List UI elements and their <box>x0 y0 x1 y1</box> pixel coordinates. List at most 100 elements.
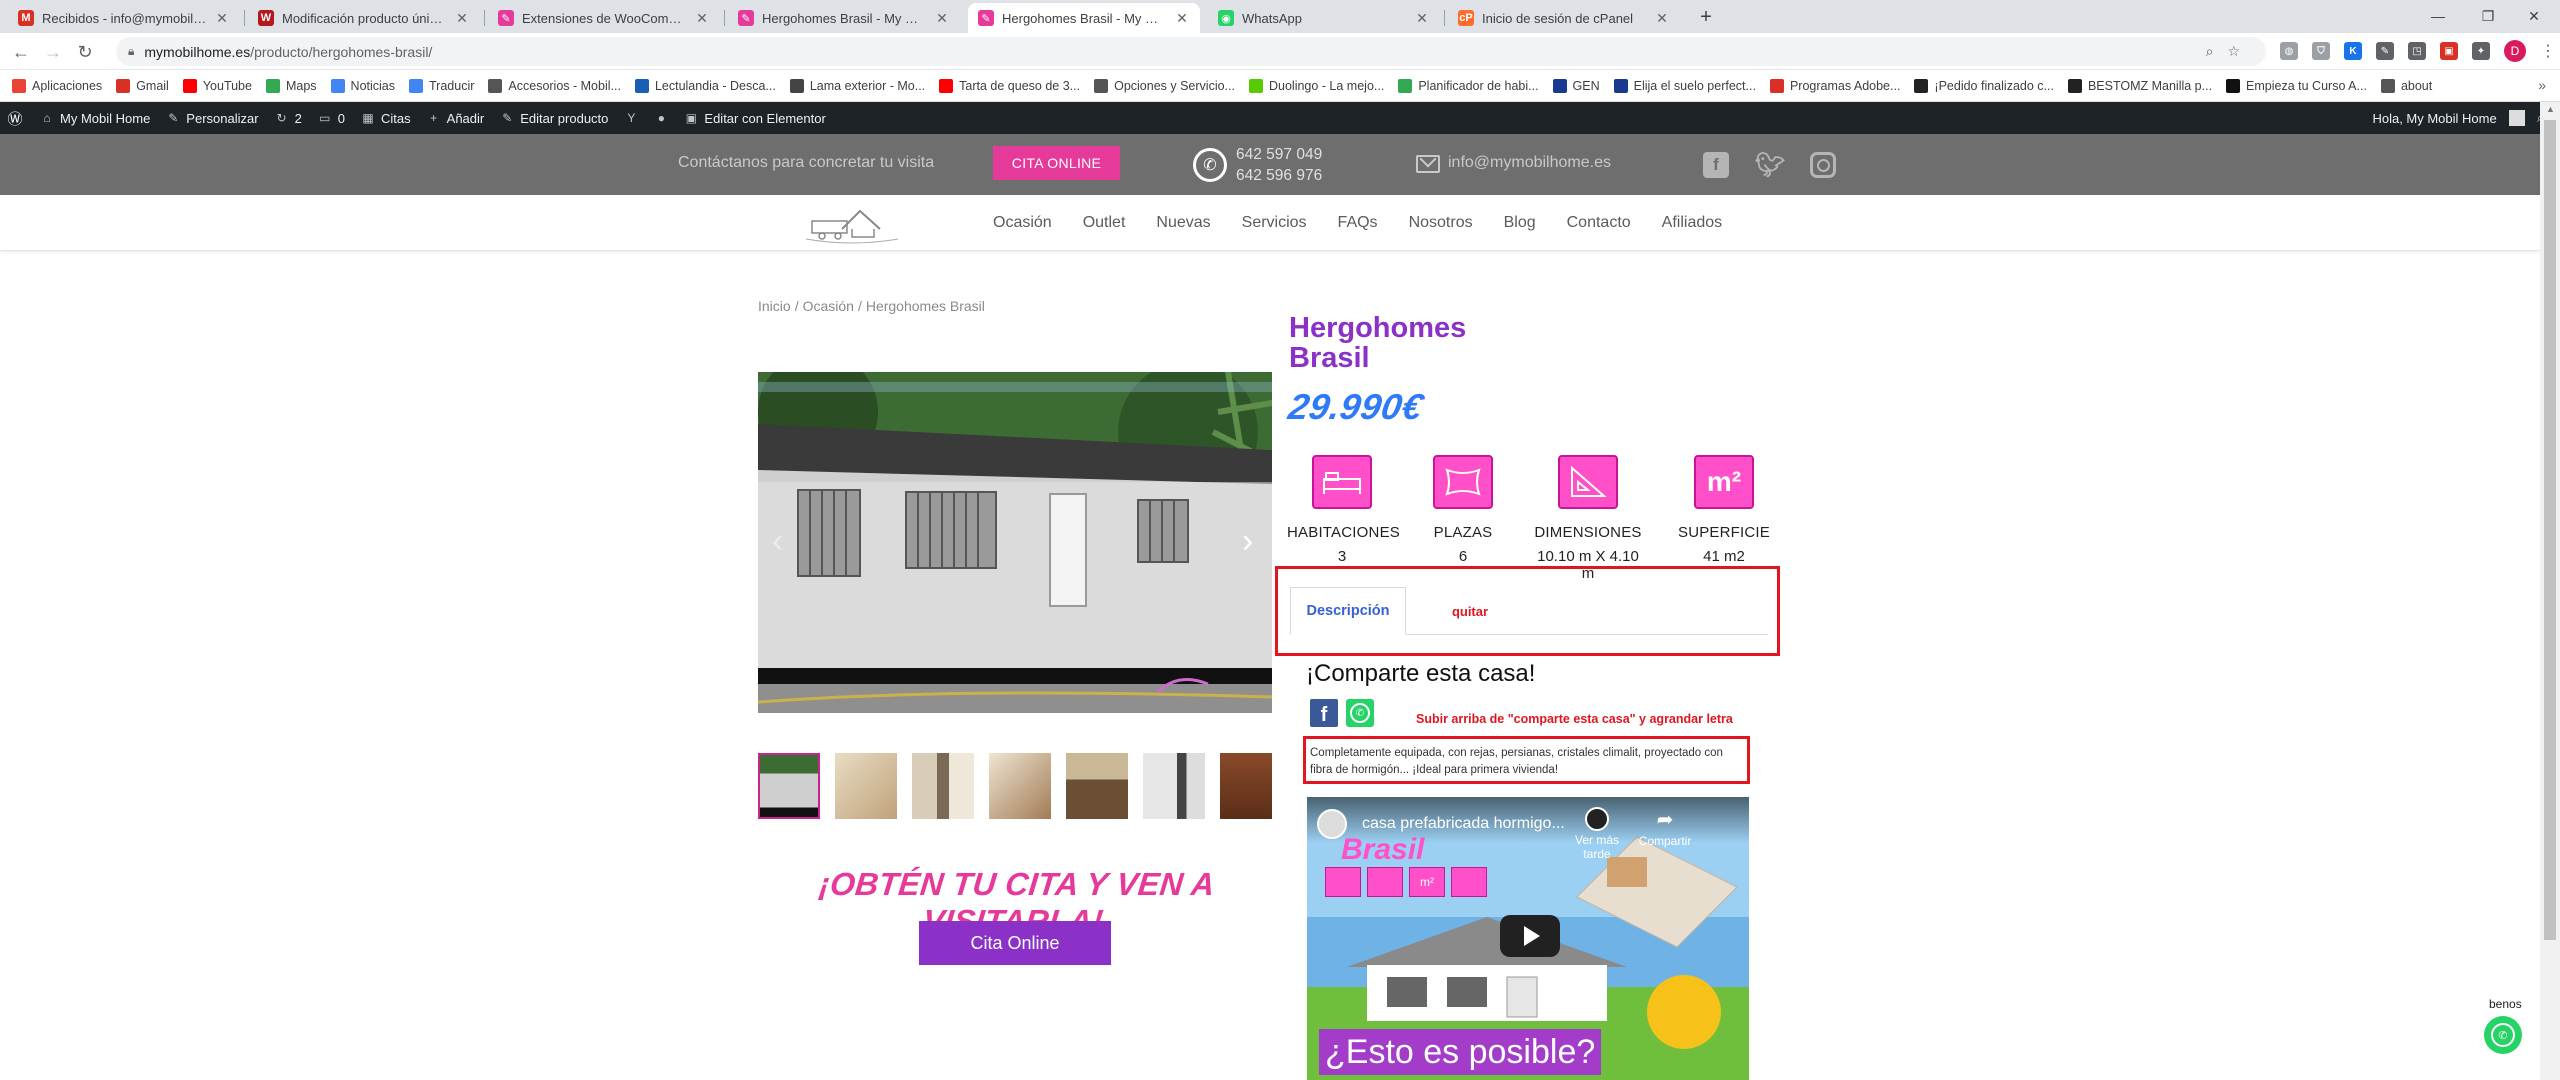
zoom-icon[interactable]: ⌕ <box>2206 43 2214 60</box>
breadcrumb-item[interactable]: Inicio <box>758 298 791 314</box>
nav-link[interactable]: Outlet <box>1083 214 1141 232</box>
gallery-thumbnail[interactable] <box>758 753 820 819</box>
bookmark-item[interactable]: Empieza tu Curso A... <box>2226 78 2367 93</box>
admin-bar-item[interactable]: + Añadir <box>427 111 484 126</box>
phone-1[interactable]: 642 597 049 <box>1236 144 1322 165</box>
extension-icon[interactable]: ◍ <box>2280 42 2298 60</box>
cita-online-button[interactable]: CITA ONLINE <box>993 146 1120 180</box>
site-logo[interactable] <box>802 203 902 245</box>
browser-tab[interactable]: ✎ Hergohomes Brasil - My Mobil H ✕ <box>968 3 1200 33</box>
cita-online-cta-button[interactable]: Cita Online <box>919 921 1111 965</box>
admin-bar-item[interactable]: ● <box>654 111 668 125</box>
tab-descripcion[interactable]: Descripción <box>1290 587 1406 635</box>
tab-close-icon[interactable]: ✕ <box>934 10 950 27</box>
bookmark-item[interactable]: Gmail <box>116 78 169 93</box>
scroll-up-arrow[interactable]: ▲ <box>2546 104 2555 114</box>
minimize-button[interactable]: — <box>2418 4 2458 28</box>
bookmark-star-icon[interactable]: ☆ <box>2227 43 2240 60</box>
page-scrollbar[interactable]: ▲ <box>2540 102 2560 1080</box>
video-embed[interactable]: casa prefabricada hormigo... Brasil Ver … <box>1307 797 1749 1080</box>
bookmark-item[interactable]: Noticias <box>330 78 395 93</box>
bookmark-item[interactable]: Traducir <box>409 78 474 93</box>
gallery-thumbnail[interactable] <box>1066 753 1128 819</box>
whatsapp-icon[interactable]: ✆ <box>1193 148 1227 182</box>
share-facebook-icon[interactable]: f <box>1310 699 1338 727</box>
browser-tab[interactable]: W Modificación producto único – Ax ✕ <box>248 3 480 33</box>
browser-tab[interactable]: ✎ Extensiones de WooCommerce « ✕ <box>488 3 720 33</box>
gallery-thumbnail[interactable] <box>1143 753 1205 819</box>
bookmark-item[interactable]: Duolingo - La mejo... <box>1248 78 1384 93</box>
bookmark-item[interactable]: Programas Adobe... <box>1769 78 1900 93</box>
bookmark-item[interactable]: Elija el suelo perfect... <box>1613 78 1756 93</box>
nav-link[interactable]: Nosotros <box>1409 214 1488 232</box>
tab-close-icon[interactable]: ✕ <box>694 10 710 27</box>
nav-link[interactable]: Afiliados <box>1662 214 1737 232</box>
admin-bar-item[interactable]: ▣ Editar con Elementor <box>684 111 826 126</box>
gallery-thumbnail[interactable] <box>1220 753 1272 819</box>
wordpress-logo-icon[interactable]: Ⓦ <box>8 111 23 128</box>
bookmark-item[interactable]: Tarta de queso de 3... <box>939 78 1080 93</box>
tab-quitar[interactable]: quitar <box>1430 587 1510 635</box>
address-bar[interactable]: 🔒︎ mymobilhome.es/producto/hergohomes-br… <box>116 37 2266 66</box>
reload-button[interactable]: ↻ <box>72 39 98 65</box>
shield-icon[interactable]: ⛉ <box>2312 42 2330 60</box>
gallery-prev-arrow[interactable]: ‹ <box>772 522 783 561</box>
nav-link[interactable]: Servicios <box>1242 214 1322 232</box>
extension-icon[interactable]: ▣ <box>2440 42 2458 60</box>
browser-tab[interactable]: M Recibidos - info@mymobilhome.es ✕ <box>8 3 240 33</box>
admin-bar-item[interactable]: ✎ Personalizar <box>166 111 258 126</box>
bookmark-item[interactable]: ¡Pedido finalizado c... <box>1914 78 2054 93</box>
nav-link[interactable]: Blog <box>1504 214 1551 232</box>
bookmark-item[interactable]: BESTOMZ Manilla p... <box>2067 78 2212 93</box>
nav-link[interactable]: FAQs <box>1338 214 1393 232</box>
video-play-button[interactable] <box>1500 915 1560 957</box>
tab-close-icon[interactable]: ✕ <box>214 10 230 27</box>
bookmark-item[interactable]: YouTube <box>182 78 252 93</box>
phone-2[interactable]: 642 596 976 <box>1236 165 1322 186</box>
admin-bar-item[interactable]: ▦ Citas <box>361 111 410 126</box>
admin-bar-item[interactable]: ▭ 0 <box>318 111 345 126</box>
admin-bar-item[interactable]: ↻ 2 <box>275 111 302 126</box>
new-tab-button[interactable]: + <box>1693 5 1719 31</box>
admin-bar-item[interactable]: ✎ Editar producto <box>500 111 608 126</box>
watch-later-button[interactable]: Ver más tarde <box>1567 807 1627 861</box>
breadcrumb-item[interactable]: Ocasión <box>803 298 854 314</box>
video-title[interactable]: casa prefabricada hormigo... <box>1362 815 1565 833</box>
bookmark-item[interactable]: Lectulandia - Desca... <box>634 78 776 93</box>
bookmark-item[interactable]: Aplicaciones <box>12 78 102 93</box>
instagram-icon[interactable] <box>1810 152 1836 178</box>
bookmark-item[interactable]: Accesorios - Mobil... <box>488 78 621 93</box>
bookmark-item[interactable]: Lama exterior - Mo... <box>789 78 925 93</box>
twitter-icon[interactable]: 🐦︎ <box>1755 152 1785 179</box>
browser-tab[interactable]: cP Inicio de sesión de cPanel ✕ <box>1448 3 1680 33</box>
admin-avatar[interactable] <box>2508 110 2525 126</box>
share-whatsapp-icon[interactable]: ✆ <box>1346 699 1374 727</box>
gallery-thumbnail[interactable] <box>835 753 897 819</box>
nav-link[interactable]: Contacto <box>1567 214 1646 232</box>
bookmark-item[interactable]: about <box>2380 78 2432 93</box>
floating-whatsapp-button[interactable]: ✆ <box>2484 1016 2522 1054</box>
facebook-icon[interactable]: f <box>1703 152 1729 178</box>
tab-close-icon[interactable]: ✕ <box>1414 10 1430 27</box>
puzzle-icon[interactable]: ✦ <box>2472 42 2490 60</box>
video-share-button[interactable]: ➦ Compartir <box>1635 807 1695 848</box>
extension-icon[interactable]: K <box>2344 42 2362 60</box>
email-link[interactable]: info@mymobilhome.es <box>1448 154 1611 172</box>
admin-bar-item[interactable]: Y <box>624 111 638 125</box>
tab-close-icon[interactable]: ✕ <box>454 10 470 27</box>
phone-numbers[interactable]: 642 597 049 642 596 976 <box>1236 144 1322 186</box>
bookmark-item[interactable]: GEN <box>1552 78 1600 93</box>
tab-close-icon[interactable]: ✕ <box>1174 10 1190 27</box>
product-image-gallery[interactable]: ‹ › <box>758 372 1272 713</box>
admin-greeting[interactable]: Hola, My Mobil Home <box>2372 111 2496 126</box>
close-window-button[interactable]: ✕ <box>2514 4 2554 28</box>
nav-link[interactable]: Nuevas <box>1156 214 1225 232</box>
gallery-thumbnail[interactable] <box>912 753 974 819</box>
browser-tab[interactable]: ◉ WhatsApp ✕ <box>1208 3 1440 33</box>
profile-avatar[interactable]: D <box>2504 40 2526 62</box>
back-button[interactable]: ← <box>8 39 34 65</box>
bookmark-item[interactable]: Planificador de habi... <box>1398 78 1539 93</box>
extension-icon[interactable]: ✎ <box>2376 42 2394 60</box>
menu-icon[interactable]: ⋮ <box>2540 41 2556 61</box>
forward-button[interactable]: → <box>40 39 66 65</box>
